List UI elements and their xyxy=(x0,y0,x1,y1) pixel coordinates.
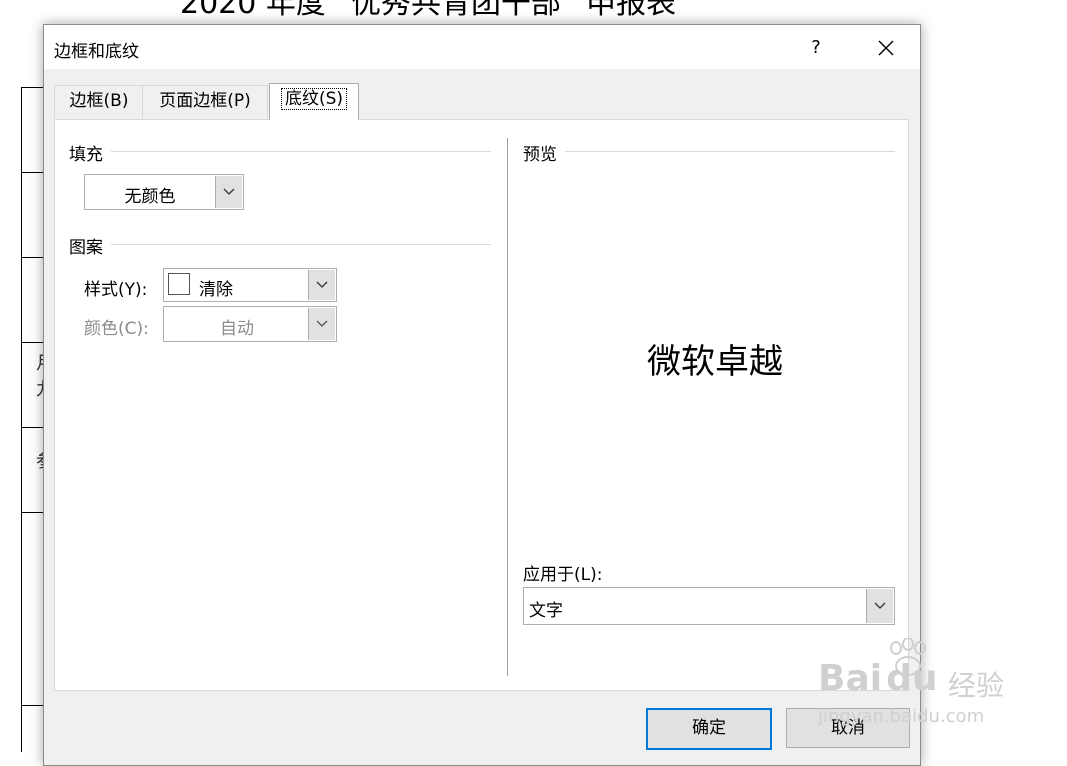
chevron-down-icon xyxy=(316,281,328,288)
help-button[interactable]: ? xyxy=(801,33,831,63)
close-button[interactable] xyxy=(866,33,906,63)
preview-sample-text: 微软卓越 xyxy=(647,342,783,382)
fill-group-label: 填充 xyxy=(69,145,103,165)
fill-color-dropdown[interactable]: 无颜色 xyxy=(84,174,244,210)
section-separator xyxy=(507,138,508,676)
dialog-title: 边框和底纹 xyxy=(54,42,139,62)
apply-to-value: 文字 xyxy=(529,601,563,621)
watermark-product: 经验 xyxy=(948,669,1005,702)
apply-to-dropdown[interactable]: 文字 xyxy=(523,587,895,625)
table-rule xyxy=(22,705,44,706)
tab-label: 页面边框(P) xyxy=(159,91,251,111)
dialog-titlebar: 边框和底纹 ? xyxy=(44,25,920,69)
color-label: 颜色(C): xyxy=(84,319,149,339)
fill-color-value: 无颜色 xyxy=(124,187,176,207)
chevron-down-icon xyxy=(223,188,235,195)
dropdown-button[interactable] xyxy=(215,176,242,208)
style-label: 样式(Y): xyxy=(84,280,148,300)
pattern-color-dropdown[interactable]: 自动 xyxy=(163,306,337,342)
swatch-box xyxy=(168,273,190,295)
dropdown-button[interactable] xyxy=(308,270,335,300)
group-divider xyxy=(111,244,491,245)
tab-label: 边框(B) xyxy=(69,91,129,111)
tab-borders[interactable]: 边框(B) xyxy=(54,85,144,118)
watermark-url: jingyan.baidu.com xyxy=(818,706,985,727)
borders-and-shading-dialog: 边框和底纹 ? 边框(B) 页面边框(P) 底纹(S) 填充 无颜色 图案 样式… xyxy=(43,24,921,766)
apply-to-label: 应用于(L): xyxy=(523,565,603,585)
group-divider xyxy=(111,151,491,152)
table-rule xyxy=(22,342,44,343)
watermark-brand2: du xyxy=(886,658,938,699)
dropdown-button[interactable] xyxy=(308,308,335,340)
shading-panel: 填充 无颜色 图案 样式(Y): 清除 颜色(C): 自动 预览 微软卓越 应用… xyxy=(54,119,909,691)
dropdown-button[interactable] xyxy=(866,589,893,623)
tab-shading[interactable]: 底纹(S) xyxy=(269,83,359,120)
pattern-group-label: 图案 xyxy=(69,238,103,258)
tab-page-border[interactable]: 页面边框(P) xyxy=(142,85,268,118)
table-rule xyxy=(22,512,44,513)
pattern-style-dropdown[interactable]: 清除 xyxy=(163,268,337,302)
chevron-down-icon xyxy=(316,320,328,327)
pattern-color-value: 自动 xyxy=(220,319,254,339)
group-divider xyxy=(565,151,895,152)
document-table-edge: 月 九 参 xyxy=(21,87,54,752)
chevron-down-icon xyxy=(874,602,886,609)
close-icon xyxy=(878,40,894,56)
tab-label: 底纹(S) xyxy=(280,88,348,110)
table-rule xyxy=(22,427,44,428)
ok-button[interactable]: 确定 xyxy=(646,708,772,750)
table-rule xyxy=(22,257,44,258)
document-title: 2020 年度 “优秀共青团干部” 申报表 xyxy=(180,0,677,21)
table-rule xyxy=(22,87,44,88)
preview-group-label: 预览 xyxy=(523,145,557,165)
watermark-brand: Bai xyxy=(818,658,883,699)
table-rule xyxy=(22,172,44,173)
pattern-style-value: 清除 xyxy=(199,280,233,300)
